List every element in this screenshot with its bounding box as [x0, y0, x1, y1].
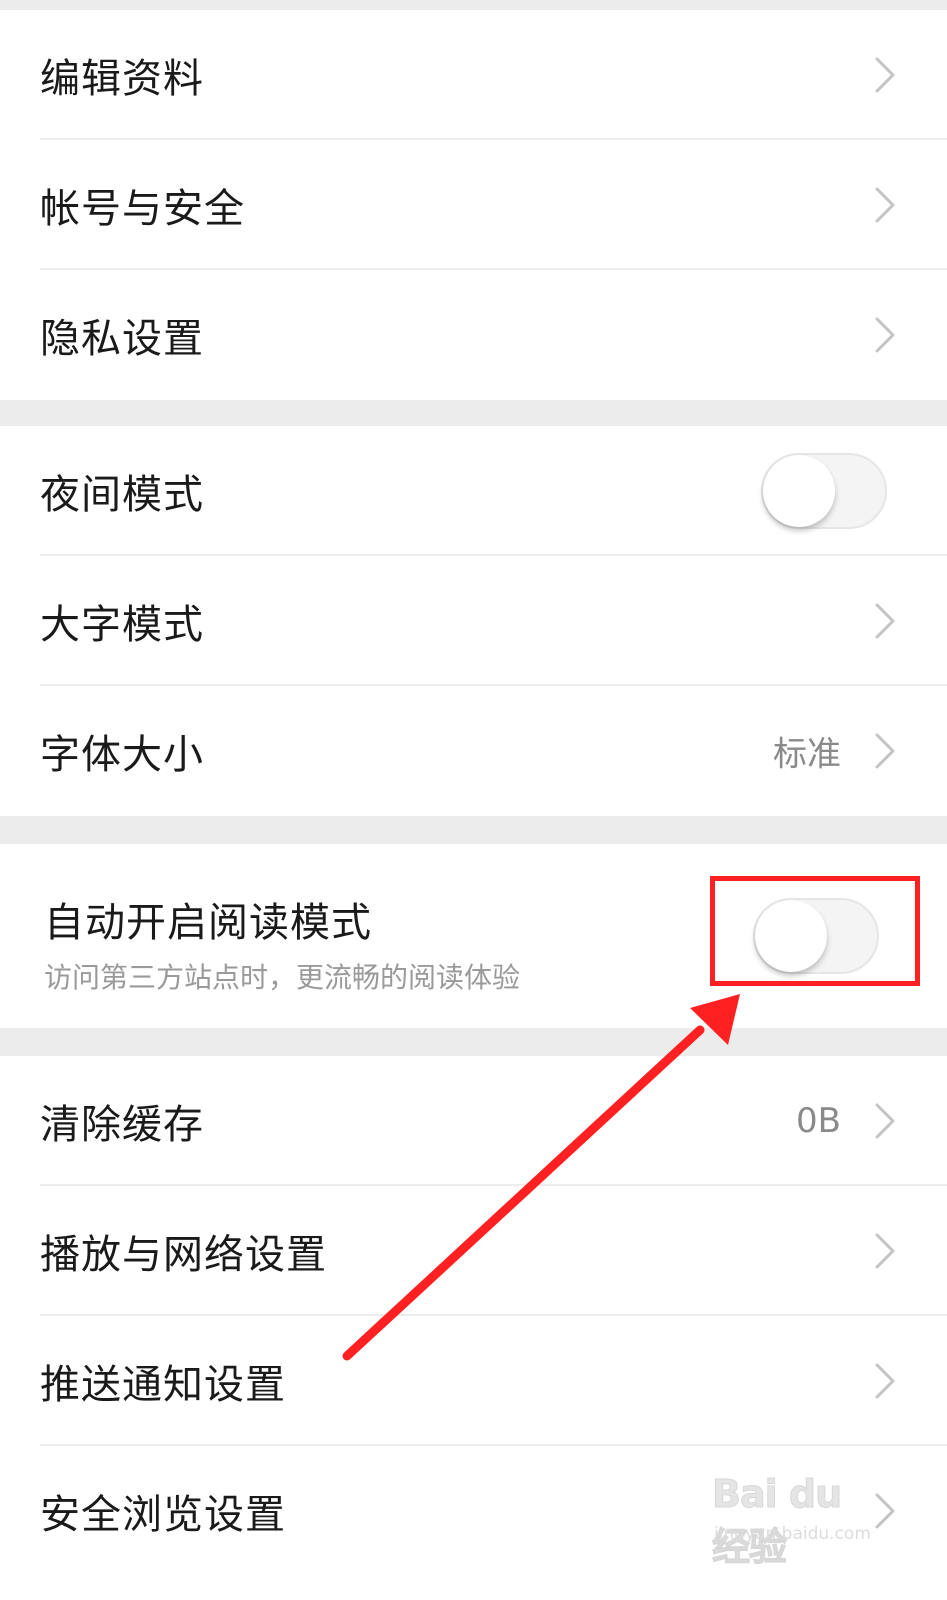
settings-row-large-font[interactable]: 大字模式: [0, 556, 947, 686]
chevron-right-icon: [875, 187, 895, 223]
settings-row-night-mode: 夜间模式: [0, 426, 947, 556]
settings-row-account-security[interactable]: 帐号与安全: [0, 140, 947, 270]
settings-row-label: 帐号与安全: [40, 186, 245, 232]
settings-row-label: 字体大小: [40, 732, 204, 778]
settings-row-label: 自动开启阅读模式: [44, 900, 372, 946]
settings-row-font-size[interactable]: 字体大小 标准: [0, 686, 947, 816]
settings-row-label: 隐私设置: [40, 316, 204, 362]
settings-row-clear-cache[interactable]: 清除缓存 0B: [0, 1056, 947, 1186]
settings-row-edit-profile[interactable]: 编辑资料: [0, 10, 947, 140]
night-mode-toggle[interactable]: [761, 453, 887, 529]
settings-row-description: 访问第三方站点时，更流畅的阅读体验: [44, 961, 521, 994]
chevron-right-icon: [875, 603, 895, 639]
chevron-right-icon: [875, 733, 895, 769]
chevron-right-icon: [875, 57, 895, 93]
settings-row-label: 大字模式: [40, 602, 204, 648]
settings-row-label: 夜间模式: [40, 472, 204, 518]
settings-row-label: 推送通知设置: [40, 1362, 286, 1408]
settings-row-label: 安全浏览设置: [40, 1492, 286, 1538]
settings-row-label: 编辑资料: [40, 56, 204, 102]
chevron-right-icon: [875, 1233, 895, 1269]
watermark-url: jingyan.baidu.com: [714, 1524, 871, 1544]
cache-size-value: 0B: [796, 1101, 841, 1141]
settings-row-playback-network[interactable]: 播放与网络设置: [0, 1186, 947, 1316]
watermark-logo-text: Bai du 经验: [712, 1472, 843, 1570]
chevron-right-icon: [875, 1103, 895, 1139]
settings-row-label: 播放与网络设置: [40, 1232, 327, 1278]
settings-screen: 编辑资料 帐号与安全 隐私设置 夜间模式 大字模式 字体大小 标准 自动开启阅读…: [0, 0, 947, 1600]
annotation-highlight-box: [710, 876, 920, 986]
baidu-jingyan-watermark: Bai du 经验 jingyan.baidu.com: [712, 1468, 882, 1570]
chevron-right-icon: [875, 317, 895, 353]
font-size-value: 标准: [773, 734, 841, 775]
settings-row-push-notification[interactable]: 推送通知设置: [0, 1316, 947, 1446]
settings-row-privacy[interactable]: 隐私设置: [0, 270, 947, 400]
settings-group-account: 编辑资料 帐号与安全 隐私设置: [0, 10, 947, 400]
toggle-knob: [763, 455, 835, 527]
chevron-right-icon: [875, 1363, 895, 1399]
settings-group-display: 夜间模式 大字模式 字体大小 标准: [0, 426, 947, 816]
settings-row-label: 清除缓存: [40, 1102, 204, 1148]
